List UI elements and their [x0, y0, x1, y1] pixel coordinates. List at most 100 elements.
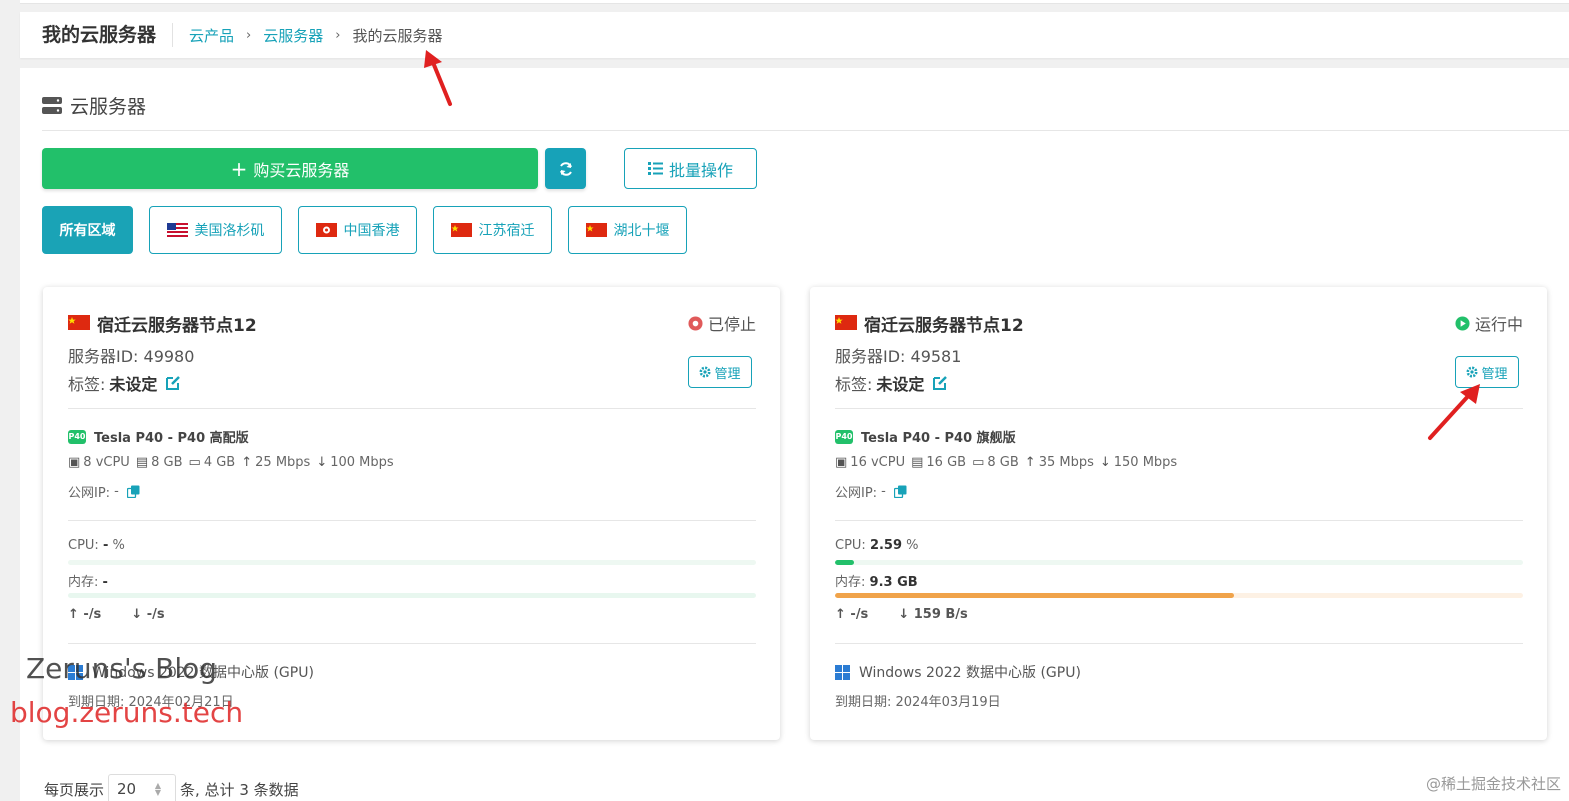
- region-filter: 所有区域 美国洛杉矶 中国香港 江苏宿迁 湖北十堰: [42, 206, 703, 254]
- page-header: 我的云服务器 云产品 › 云服务器 › 我的云服务器: [20, 12, 1569, 58]
- spec-upload: 35 Mbps: [1038, 455, 1094, 470]
- pagination: 每页展示 20 ▲ ▼ 条, 总计 3 条数据: [44, 774, 299, 801]
- breadcrumb-cloud-products[interactable]: 云产品: [189, 25, 234, 46]
- breadcrumb-cloud-servers[interactable]: 云服务器: [263, 25, 323, 46]
- server-id: 服务器ID: 49980: [68, 347, 195, 366]
- chevron-right-icon: ›: [335, 27, 341, 43]
- annotation-arrow-icon: [424, 50, 452, 106]
- cpu-usage-fill: [835, 560, 854, 565]
- server-status: 已停止: [688, 311, 756, 335]
- edit-icon[interactable]: [165, 375, 181, 391]
- spec-disk: 4 GB: [203, 455, 236, 470]
- region-label: 所有区域: [59, 223, 116, 239]
- cpu-value: -: [102, 538, 109, 553]
- batch-operation-button[interactable]: 批量操作: [624, 148, 757, 189]
- region-label: 湖北十堰: [613, 223, 670, 239]
- server-tag: 标签: 未设定: [68, 371, 181, 395]
- net-upload: ↑ -/s: [835, 607, 869, 622]
- memory-icon: ▤: [135, 455, 149, 470]
- cpu-value: 2.59: [869, 538, 903, 553]
- refresh-button[interactable]: [545, 148, 586, 189]
- ip-label: 公网IP:: [835, 486, 878, 501]
- memory-usage: 内存: -: [68, 571, 108, 590]
- spec-disk: 8 GB: [987, 455, 1019, 470]
- breadcrumb-current: 我的云服务器: [352, 26, 443, 45]
- page-title: 我的云服务器: [42, 23, 174, 47]
- mem-label: 内存:: [835, 575, 866, 590]
- divider: [42, 130, 1569, 131]
- server-tag: 标签: 未设定: [835, 371, 948, 395]
- gpu-model-text: Tesla P40 - P40 旗舰版: [861, 431, 1016, 446]
- memory-icon: ▤: [911, 455, 924, 470]
- server-id: 服务器ID: 49581: [835, 347, 962, 366]
- tag-value: 未设定: [109, 375, 158, 394]
- cn-flag-icon: [585, 223, 607, 237]
- region-all[interactable]: 所有区域: [42, 206, 133, 254]
- copy-icon[interactable]: [893, 485, 907, 498]
- spec-vcpu: 8 vCPU: [83, 455, 130, 470]
- cn-flag-icon: [835, 315, 857, 330]
- region-us-los-angeles[interactable]: 美国洛杉矶: [149, 206, 282, 254]
- cpu-chip-icon: ▣: [835, 455, 848, 470]
- manage-button[interactable]: 管理: [688, 356, 752, 388]
- server-specs: ▣ 8 vCPU ▤ 8 GB ▭ 4 GB ↑ 25 Mbps ↓ 100 Mbps: [68, 455, 400, 470]
- os-name: Windows 2022 数据中心版 (GPU): [859, 665, 1081, 681]
- cpu-chip-icon: ▣: [68, 455, 81, 470]
- cn-flag-icon: [450, 223, 472, 237]
- arrow-up-icon: ↑: [241, 455, 253, 470]
- region-hubei-shiyan[interactable]: 湖北十堰: [568, 206, 687, 254]
- ip-label: 公网IP:: [68, 486, 111, 501]
- page-size-select[interactable]: 20 ▲ ▼: [108, 774, 177, 801]
- ip-value: -: [114, 484, 119, 499]
- refresh-icon: [559, 161, 572, 176]
- arrow-down-icon: ↓: [1099, 455, 1111, 470]
- memory-usage-bar: [68, 593, 756, 598]
- gpu-badge: P40: [835, 429, 853, 444]
- gear-icon: [699, 366, 711, 378]
- page-size-value: 20: [117, 780, 137, 798]
- network-traffic: ↑ -/s ↓ -/s: [68, 607, 195, 622]
- server-status: 运行中: [1455, 311, 1523, 335]
- batch-operation-label: 批量操作: [668, 160, 733, 180]
- gpu-model: P40 Tesla P40 - P40 旗舰版: [835, 427, 1016, 446]
- annotation-arrow-icon: [1428, 384, 1480, 440]
- juejin-watermark: @稀土掘金技术社区: [1425, 775, 1561, 793]
- stepper-icon: ▲ ▼: [154, 781, 162, 797]
- operating-system: Windows 2022 数据中心版 (GPU): [835, 662, 1081, 682]
- manage-label: 管理: [714, 366, 741, 382]
- divider: [68, 408, 756, 409]
- monitor-icon: ▭: [188, 455, 201, 470]
- spec-ram: 8 GB: [151, 455, 183, 470]
- gear-icon: [1466, 366, 1478, 378]
- cpu-unit: %: [112, 538, 125, 553]
- gpu-badge: P40: [68, 429, 86, 444]
- region-jiangsu-suqian[interactable]: 江苏宿迁: [433, 206, 552, 254]
- memory-usage-fill: [835, 593, 1235, 598]
- hk-flag-icon: [315, 223, 337, 237]
- region-hong-kong[interactable]: 中国香港: [298, 206, 417, 254]
- buy-server-button[interactable]: + 购买云服务器: [42, 148, 538, 189]
- server-status-text: 运行中: [1474, 315, 1523, 334]
- network-traffic: ↑ -/s ↓ 159 B/s: [835, 607, 998, 622]
- spec-vcpu: 16 vCPU: [850, 455, 906, 470]
- net-upload: ↑ -/s: [68, 607, 102, 622]
- blog-url-watermark: blog.zeruns.tech: [10, 696, 244, 729]
- server-status-text: 已停止: [707, 315, 756, 334]
- edit-icon[interactable]: [932, 375, 948, 391]
- divider: [68, 520, 756, 521]
- cpu-usage-bar: [68, 560, 756, 565]
- cpu-label: CPU:: [68, 538, 99, 553]
- cpu-usage: CPU: 2.59 %: [835, 538, 919, 553]
- server-specs: ▣ 16 vCPU ▤ 16 GB ▭ 8 GB ↑ 35 Mbps ↓ 150 Mbps: [835, 455, 1183, 470]
- mem-value: 9.3 GB: [869, 575, 918, 590]
- tag-label: 标签:: [835, 375, 873, 394]
- tag-value: 未设定: [876, 375, 925, 394]
- arrow-down-icon: ↓: [316, 455, 328, 470]
- breadcrumb: 云产品 › 云服务器 › 我的云服务器: [189, 25, 442, 46]
- page-size-prefix: 每页展示: [44, 780, 105, 799]
- monitor-icon: ▭: [972, 455, 985, 470]
- server-name: 宿迁云服务器节点12: [97, 316, 257, 336]
- spec-download: 150 Mbps: [1113, 455, 1178, 470]
- copy-icon[interactable]: [126, 485, 140, 498]
- gpu-model-text: Tesla P40 - P40 高配版: [94, 431, 249, 446]
